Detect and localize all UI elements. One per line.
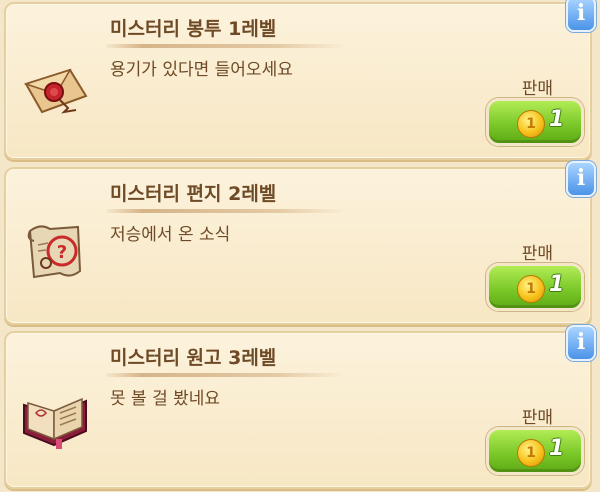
mystery-manuscript-icon	[23, 397, 87, 449]
info-icon: i	[576, 329, 586, 355]
sell-button[interactable]: 1 1	[486, 427, 584, 475]
info-button[interactable]: i	[566, 161, 596, 197]
item-title: 미스터리 편지 2레벨	[110, 183, 277, 205]
title-underline	[106, 209, 346, 213]
mystery-letter-icon: ?	[27, 225, 82, 279]
shop-item-card-2: ? 미스터리 편지 2레벨 저승에서 온 소식 판매 1 1 i	[4, 161, 596, 325]
info-button[interactable]: i	[566, 325, 596, 361]
info-icon: i	[576, 165, 586, 191]
title-underline	[106, 373, 346, 377]
info-button[interactable]: i	[566, 0, 596, 32]
item-description: 저승에서 온 소식	[110, 225, 231, 245]
coin-icon: 1	[517, 275, 545, 303]
info-icon: i	[576, 0, 586, 26]
item-title: 미스터리 원고 3레벨	[110, 347, 277, 369]
coin-icon: 1	[517, 110, 545, 138]
coin-icon: 1	[517, 439, 545, 467]
item-description: 못 볼 걸 봤네요	[110, 389, 221, 409]
sell-label: 판매	[521, 408, 553, 428]
sell-label: 판매	[521, 244, 553, 264]
shop-item-card-3: 미스터리 원고 3레벨 못 볼 걸 봤네요 판매 1 1 i	[4, 325, 596, 489]
sell-button[interactable]: 1 1	[486, 263, 584, 311]
item-description: 용기가 있다면 들어오세요	[110, 60, 293, 80]
price-value: 1	[549, 272, 565, 297]
sell-button[interactable]: 1 1	[486, 98, 584, 146]
price-value: 1	[549, 436, 565, 461]
item-title: 미스터리 봉투 1레벨	[110, 18, 277, 40]
shop-item-card-1: 미스터리 봉투 1레벨 용기가 있다면 들어오세요 판매 1 1 i	[4, 0, 596, 160]
svg-text:?: ?	[57, 242, 67, 263]
title-underline	[106, 44, 346, 48]
sell-label: 판매	[521, 79, 553, 99]
price-value: 1	[549, 107, 565, 132]
mystery-envelope-icon	[23, 68, 88, 114]
